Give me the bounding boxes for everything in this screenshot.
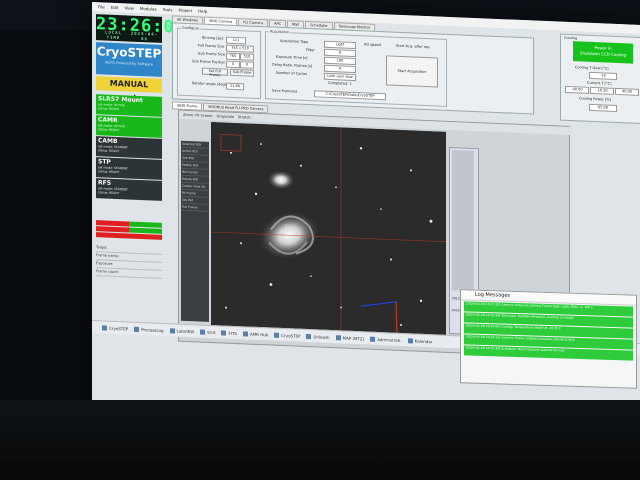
- info-row: Frame count:: [96, 268, 162, 279]
- clock-date: 2024-04-08: [130, 30, 159, 42]
- temp-current-value: -10.20: [590, 86, 614, 95]
- status-item-stp[interactable]: STP set mode: STANDBY status: READY: [96, 157, 162, 180]
- stretch-select[interactable]: Stretch: [238, 115, 251, 120]
- group-title: Acquisition: [269, 29, 291, 35]
- start-after-rep-checkbox[interactable]: Start Acq. after rep.: [396, 44, 431, 49]
- sub-frame-height-input[interactable]: 510: [240, 53, 254, 61]
- menu-tools[interactable]: Tools: [163, 7, 173, 12]
- taskbar-item[interactable]: CryoSTEP: [102, 324, 128, 331]
- temp-min-value: -40.00: [565, 85, 589, 94]
- taskbar-item[interactable]: CryoSTEP: [274, 332, 300, 338]
- taskbar-item[interactable]: FITS: [221, 329, 237, 336]
- zoom-select[interactable]: Zoom: Fit Screen: [183, 113, 213, 118]
- sky-image[interactable]: [211, 121, 446, 342]
- alarm-indicators: [96, 220, 162, 241]
- cooling-power-value: 65.00: [589, 103, 617, 113]
- color-map-select[interactable]: Grayscale: [217, 114, 234, 119]
- roi-item[interactable]: Full Frame: [181, 203, 209, 212]
- path-input[interactable]: C:\CryoSTEP\Data\CryoSTEP: [314, 90, 386, 101]
- cryostep-logo: CryoSTEP AUTO Powered by Software: [96, 42, 162, 77]
- start-acquisition-button[interactable]: Start Acquisition: [386, 55, 438, 88]
- group-title: Configure: [181, 25, 200, 31]
- completed-count: Completed: 1: [328, 80, 352, 86]
- menu-edit[interactable]: Edit: [111, 5, 119, 10]
- taskbar-item[interactable]: ProcessLog: [134, 326, 164, 332]
- menu-help[interactable]: Help: [198, 8, 207, 13]
- sub-frame-width-input[interactable]: 765: [226, 52, 240, 61]
- galaxy-image: [211, 121, 446, 342]
- cooling-title: Cooling: [564, 35, 578, 41]
- sub-frame-button[interactable]: Sub Frame: [230, 68, 254, 77]
- power-button-line2: Shutdown CCD Cooling: [579, 50, 627, 58]
- info-list: Target Frame name: Exposure: Frame count…: [96, 244, 162, 279]
- sub-y-input[interactable]: 0: [240, 61, 254, 69]
- log-messages-window: Log Messages [2024-04-08 23:21:15] Camer…: [460, 289, 637, 389]
- cooling-goal-label: Cooling T Goal [°C]: [575, 65, 609, 71]
- digital-clock: 23:26:06 LOCAL TIME 2024-04-08: [96, 14, 186, 43]
- taskbar-item[interactable]: LabVIEW: [169, 327, 194, 334]
- configure-group: Configure Binning [px] 1x1 Full Frame Si…: [177, 25, 261, 100]
- acquisition-group: Acquisition Acquisition Type Light Filte…: [265, 29, 447, 107]
- acquisition-type-label: Acquisition Type: [280, 38, 309, 45]
- delay-input[interactable]: 0: [324, 64, 356, 74]
- taskbar-item[interactable]: AMR Hub: [242, 330, 268, 337]
- clock-date-row: LOCAL TIME 2024-04-08: [96, 29, 162, 42]
- rotator-input[interactable]: 11.66: [226, 82, 244, 91]
- full-frame-value: 765 x 510: [226, 44, 254, 53]
- sub-frame-position-label: Sub Frame Position: [192, 59, 226, 65]
- binning-label: Binning [px]: [202, 35, 224, 41]
- acquisition-type-select[interactable]: Light: [324, 40, 356, 50]
- save-frames-checkbox[interactable]: Save Frame(s): [272, 89, 297, 94]
- current-temp-label: Current T [°C]: [587, 80, 612, 86]
- menu-file[interactable]: File: [98, 4, 105, 9]
- mode-indicator[interactable]: MANUAL mode: [96, 76, 162, 103]
- menu-project[interactable]: Project: [178, 8, 192, 14]
- taskbar-item[interactable]: MAP (MTZ): [335, 334, 364, 341]
- taskbar-item[interactable]: Unleash: [306, 333, 330, 339]
- status-item-camb[interactable]: CAMB set mode: STANDBY status: READY: [96, 136, 162, 159]
- power-shutdown-button[interactable]: Power in Shutdown CCD Cooling: [573, 41, 633, 64]
- status-item-mount[interactable]: SLRS7 Mount set mode: ACTIVE status: REA…: [96, 94, 162, 117]
- cycles-select[interactable]: Until user stop: [324, 72, 356, 82]
- taskbar-item[interactable]: Adminstrati.: [370, 336, 402, 342]
- status-item-camr[interactable]: CAMR set mode: ACTIVE status: READY: [96, 115, 162, 138]
- roi-panel: Selected ROI Action ROI Sub ROI Modify R…: [181, 140, 209, 322]
- desk-surface: [0, 400, 640, 480]
- ao-speed-checkbox[interactable]: AO speed: [364, 42, 381, 47]
- exposure-input[interactable]: 180: [324, 56, 356, 66]
- taskbar-item[interactable]: Kalendar: [407, 337, 432, 344]
- cooling-power-label: Cooling Power [%]: [579, 96, 611, 102]
- set-full-frame-button[interactable]: Set Full Frame: [202, 67, 228, 77]
- taskbar-item[interactable]: SCH: [200, 329, 215, 335]
- filter-label: Filter: [306, 47, 315, 53]
- cycles-label: Number of Cycles: [276, 70, 308, 77]
- status-item-rfs[interactable]: RFS set mode: STANDBY status: READY: [96, 178, 162, 201]
- full-frame-label: Full Frame Size: [198, 43, 225, 49]
- device-status-panel: SLRS7 Mount set mode: ACTIVE status: REA…: [96, 94, 162, 202]
- cooling-goal-input[interactable]: -10: [589, 71, 617, 81]
- sub-frame-size-label: Sub Frame Size: [198, 51, 225, 57]
- exposure-label: Exposure Time [s]: [276, 54, 308, 61]
- filter-select[interactable]: G: [324, 48, 356, 58]
- histogram[interactable]: [452, 150, 474, 292]
- delay-label: Delay Betw. Frames [s]: [272, 62, 313, 69]
- cooling-panel: Cooling Power in Shutdown CCD Cooling Co…: [560, 33, 640, 125]
- rotator-label: Rotator angle (deg): [192, 81, 227, 87]
- binning-select[interactable]: 1x1: [226, 36, 246, 45]
- camera-config-panel: Configure Binning [px] 1x1 Full Frame Si…: [172, 22, 534, 115]
- menu-view[interactable]: View: [124, 5, 134, 10]
- menu-modules[interactable]: Modules: [140, 6, 157, 12]
- clock-label: LOCAL TIME: [104, 29, 123, 41]
- sub-x-input[interactable]: 0: [226, 60, 240, 69]
- temp-max-value: 40.00: [615, 87, 639, 96]
